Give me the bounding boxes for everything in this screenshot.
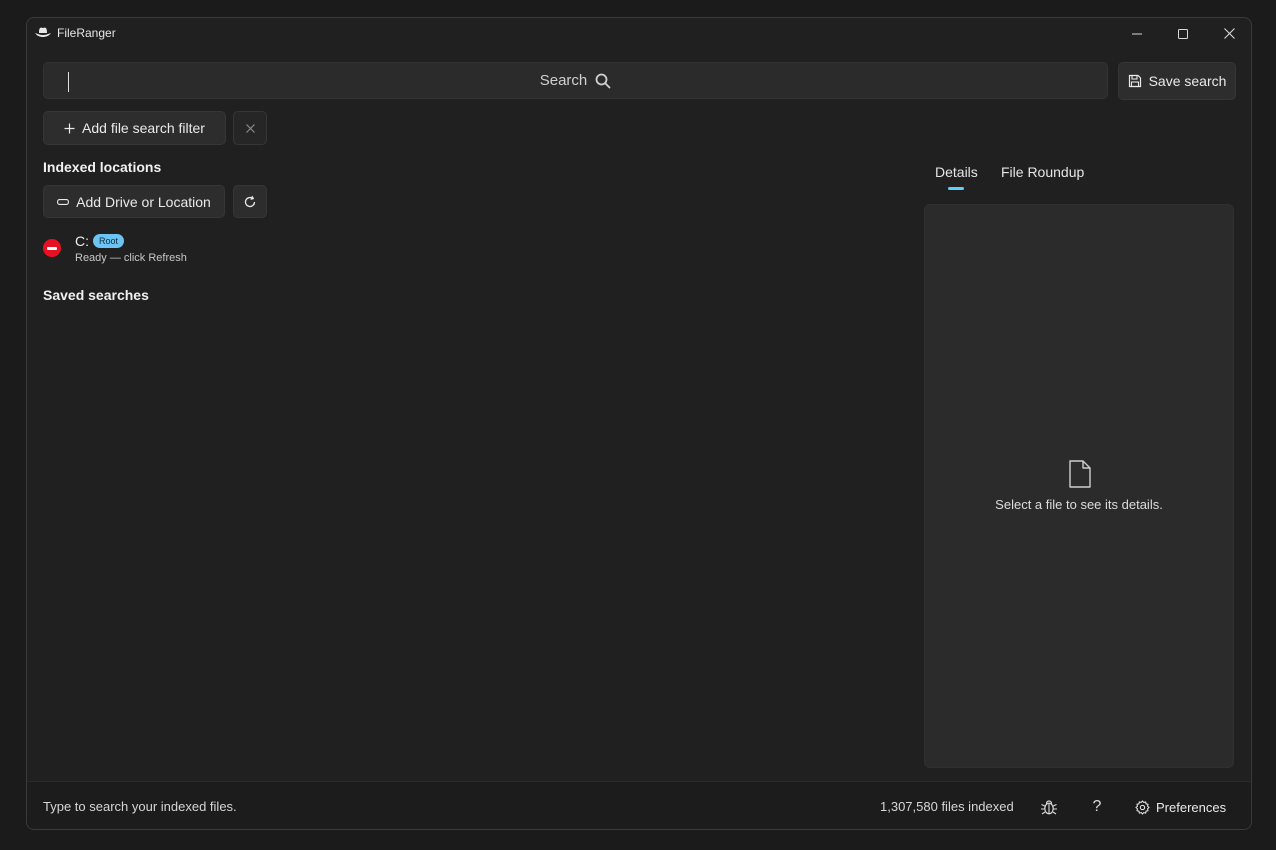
help-button[interactable]: ? (1087, 795, 1107, 819)
save-search-label: Save search (1148, 73, 1227, 89)
title-bar[interactable]: FileRanger (27, 18, 1251, 49)
status-hint: Type to search your indexed files. (43, 799, 237, 814)
add-filter-label: Add file search filter (82, 120, 205, 136)
minimize-icon (1132, 33, 1142, 34)
drive-icon (57, 198, 70, 205)
close-icon (245, 123, 255, 133)
add-filter-button[interactable]: Add file search filter (43, 111, 226, 145)
app-title: FileRanger (57, 26, 116, 40)
search-placeholder: Search (44, 63, 1107, 98)
add-drive-label: Add Drive or Location (76, 193, 211, 210)
save-search-button[interactable]: Save search (1118, 62, 1236, 100)
bug-icon (1041, 800, 1057, 815)
search-placeholder-text: Search (539, 72, 588, 89)
root-badge: Root (93, 234, 125, 248)
files-indexed-count: 1,307,580 files indexed (880, 799, 1014, 814)
refresh-icon (244, 195, 256, 207)
report-bug-button[interactable] (1037, 795, 1061, 819)
maximize-button[interactable] (1160, 18, 1206, 49)
preferences-label: Preferences (1156, 799, 1227, 815)
maximize-icon (1178, 28, 1188, 39)
close-icon (1223, 28, 1235, 39)
plus-icon (64, 123, 75, 133)
refresh-button[interactable] (233, 185, 267, 218)
save-icon (1128, 74, 1141, 88)
error-status-icon (43, 239, 61, 257)
search-input[interactable]: Search (43, 62, 1108, 99)
add-drive-button[interactable]: Add Drive or Location (43, 185, 225, 218)
gear-icon (1135, 799, 1150, 815)
saved-searches-heading: Saved searches (43, 287, 149, 303)
indexed-locations-heading: Indexed locations (43, 159, 162, 175)
preferences-button[interactable]: Preferences (1127, 794, 1235, 820)
status-bar: Type to search your indexed files. 1,307… (27, 781, 1251, 829)
tab-details[interactable]: Details (935, 164, 978, 180)
cowboy-hat-icon (35, 27, 51, 37)
document-icon (1069, 460, 1091, 488)
location-status: Ready — click Refresh (75, 252, 187, 264)
clear-filters-button[interactable] (233, 111, 267, 145)
selected-tab-indicator (948, 187, 964, 190)
search-icon (595, 73, 611, 88)
location-item-c[interactable]: C: Root Ready — click Refresh (43, 232, 343, 268)
location-drive: C: (75, 233, 89, 249)
details-panel: Select a file to see its details. (924, 204, 1234, 768)
details-empty-message: Select a file to see its details. (995, 497, 1163, 512)
close-button[interactable] (1206, 18, 1251, 49)
tab-file-roundup[interactable]: File Roundup (1001, 164, 1084, 180)
minimize-button[interactable] (1114, 18, 1160, 49)
app-window: FileRanger Search Save search Add file s… (26, 17, 1252, 830)
